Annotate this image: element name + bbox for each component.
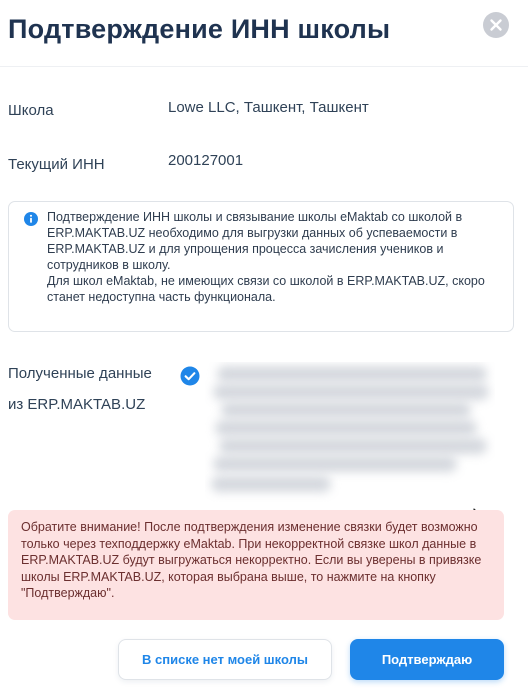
info-icon — [24, 212, 38, 226]
school-label: Школа — [8, 102, 54, 119]
inn-value: 200127001 — [168, 152, 244, 169]
close-icon — [490, 19, 502, 31]
school-value: Lowe LLC, Ташкент, Ташкент — [168, 99, 369, 116]
info-text: Подтверждение ИНН школы и связывание шко… — [47, 209, 509, 305]
close-button[interactable] — [483, 12, 509, 38]
info-paragraph-2: Для школ eMaktab, не имеющих связи со шк… — [47, 274, 485, 304]
warning-text: Обратите внимание! После подтверждения и… — [21, 520, 482, 600]
confirm-button[interactable]: Подтверждаю — [350, 639, 504, 680]
dialog-title: Подтверждение ИНН школы — [8, 14, 391, 44]
inn-label: Текущий ИНН — [8, 156, 105, 173]
blurred-erp-data — [205, 362, 495, 502]
dialog-header: Подтверждение ИНН школы — [0, 0, 528, 67]
check-circle-icon — [180, 366, 200, 386]
warning-notice: Обратите внимание! После подтверждения и… — [8, 510, 504, 620]
info-notice: Подтверждение ИНН школы и связывание шко… — [8, 201, 514, 332]
received-data-label: Полученные данные из ERP.MAKTAB.UZ — [8, 365, 152, 413]
inn-confirmation-dialog: Подтверждение ИНН школы Школа Lowe LLC, … — [0, 0, 528, 698]
not-in-list-button[interactable]: В списке нет моей школы — [118, 639, 332, 680]
info-paragraph-1: Подтверждение ИНН школы и связывание шко… — [47, 210, 463, 272]
